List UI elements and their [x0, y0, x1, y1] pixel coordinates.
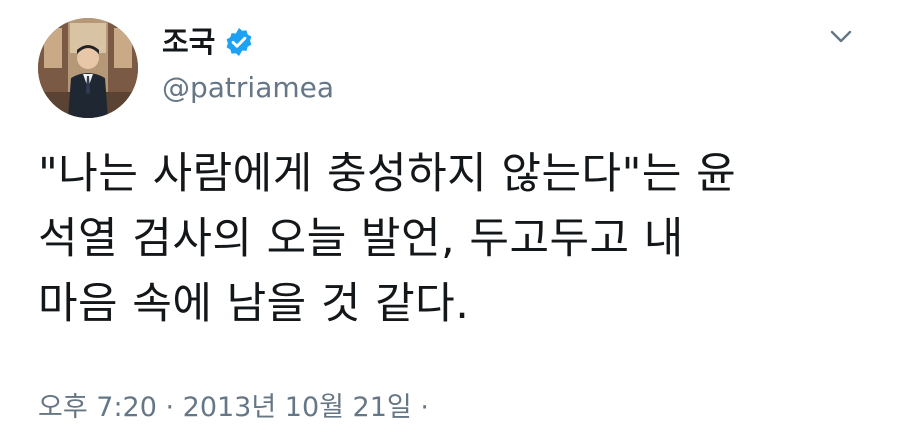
redacted-area — [506, 360, 776, 442]
tweet-timestamp[interactable]: 오후 7:20 · 2013년 10월 21일 · — [38, 382, 429, 426]
chevron-down-icon[interactable] — [826, 22, 856, 52]
timestamp-text[interactable]: 오후 7:20 · 2013년 10월 21일 · — [38, 385, 429, 424]
tweet-card: 조국 @patriamea "나는 사람에게 충성하지 않는다"는 윤 석열 검… — [0, 0, 900, 442]
verified-badge-icon — [223, 26, 255, 58]
tweet-text: "나는 사람에게 충성하지 않는다"는 윤 석열 검사의 오늘 발언, 두고두고… — [38, 149, 737, 329]
profile-photo — [38, 18, 138, 118]
avatar[interactable] — [38, 18, 138, 118]
author-name-row[interactable]: 조국 — [162, 22, 255, 62]
display-name[interactable]: 조국 — [162, 22, 215, 62]
user-handle[interactable]: @patriamea — [162, 68, 334, 108]
